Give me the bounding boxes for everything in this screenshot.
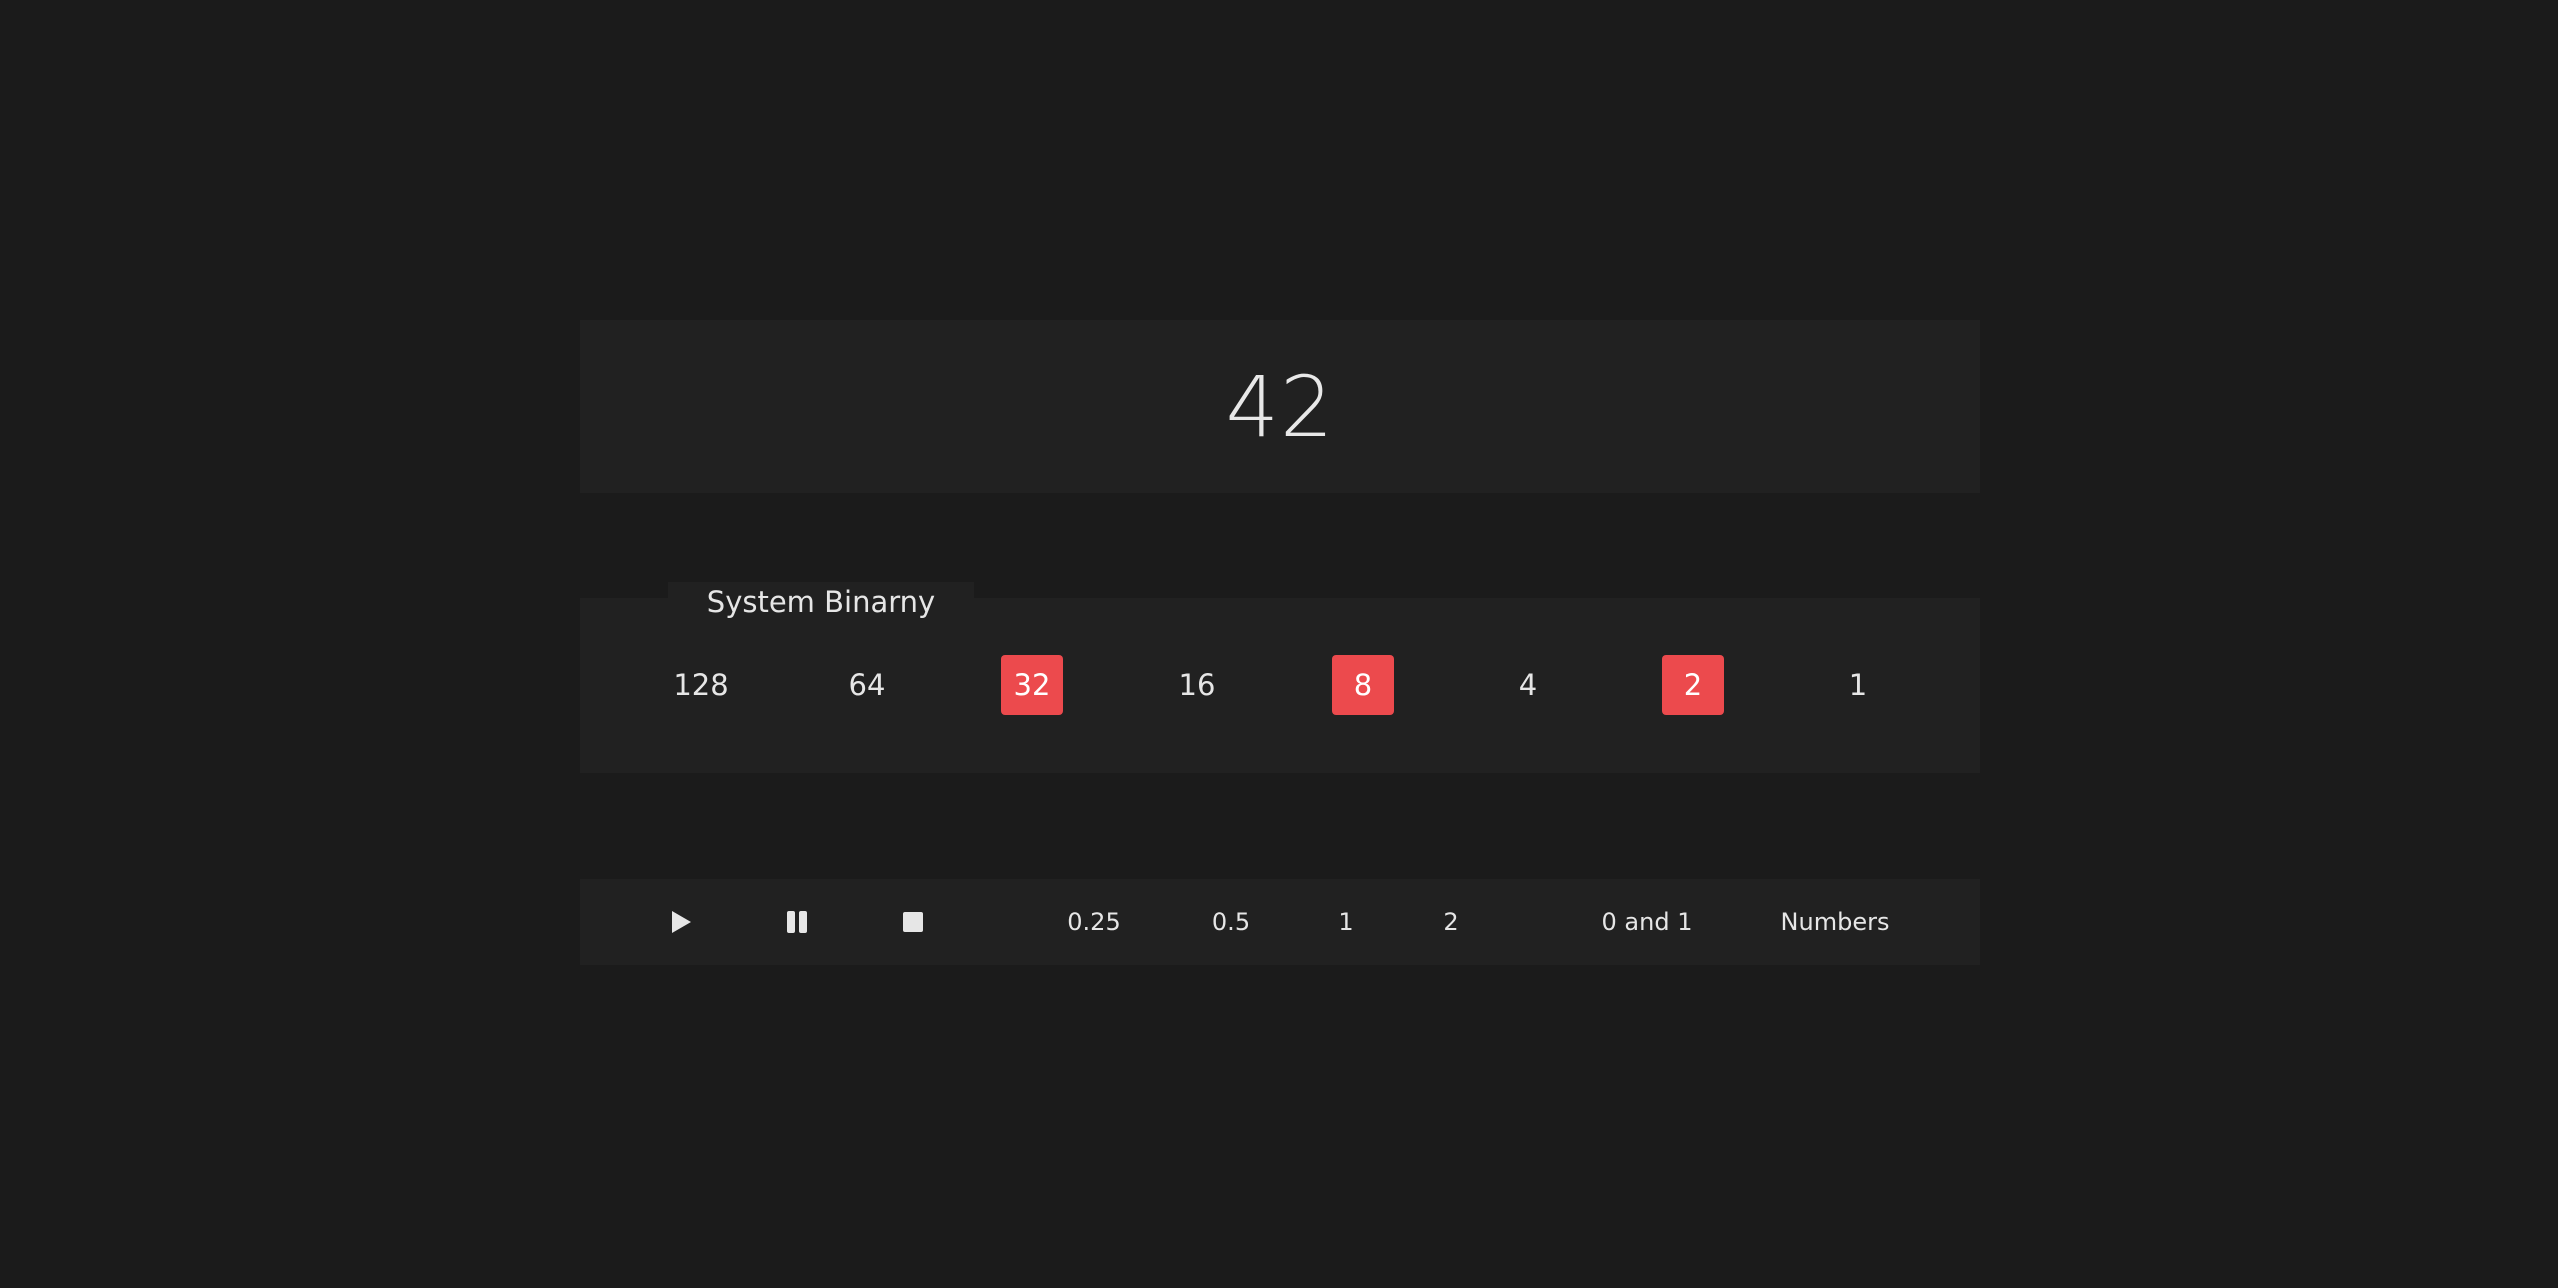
bit-1[interactable]: 1 [1827,655,1889,715]
mode-option-bits[interactable]: 0 and 1 [1602,879,1693,965]
speed-option-2[interactable]: 2 [1443,879,1458,965]
binary-system-tab: System Binarny [668,582,974,622]
play-button[interactable] [670,879,692,965]
bit-4[interactable]: 4 [1497,655,1559,715]
bit-32[interactable]: 32 [1001,655,1063,715]
bit-2[interactable]: 2 [1662,655,1724,715]
binary-system-label: System Binarny [706,585,936,619]
stop-icon [903,912,923,932]
bit-16[interactable]: 16 [1166,655,1228,715]
stop-button[interactable] [902,879,924,965]
speed-option-0-25[interactable]: 0.25 [1067,879,1120,965]
speed-option-0-5[interactable]: 0.5 [1212,879,1250,965]
pause-button[interactable] [786,879,808,965]
pause-icon [787,911,807,933]
play-icon [672,911,691,933]
binary-bits-panel: 128 64 32 16 8 4 2 1 [580,598,1980,773]
decimal-value: 42 [1225,357,1335,456]
bit-64[interactable]: 64 [836,655,898,715]
bit-128[interactable]: 128 [670,655,732,715]
speed-option-1[interactable]: 1 [1338,879,1353,965]
decimal-display: 42 [580,320,1980,493]
mode-option-numbers[interactable]: Numbers [1781,879,1890,965]
controls-bar: 0.25 0.5 1 2 0 and 1 Numbers [580,879,1980,965]
bit-8[interactable]: 8 [1332,655,1394,715]
